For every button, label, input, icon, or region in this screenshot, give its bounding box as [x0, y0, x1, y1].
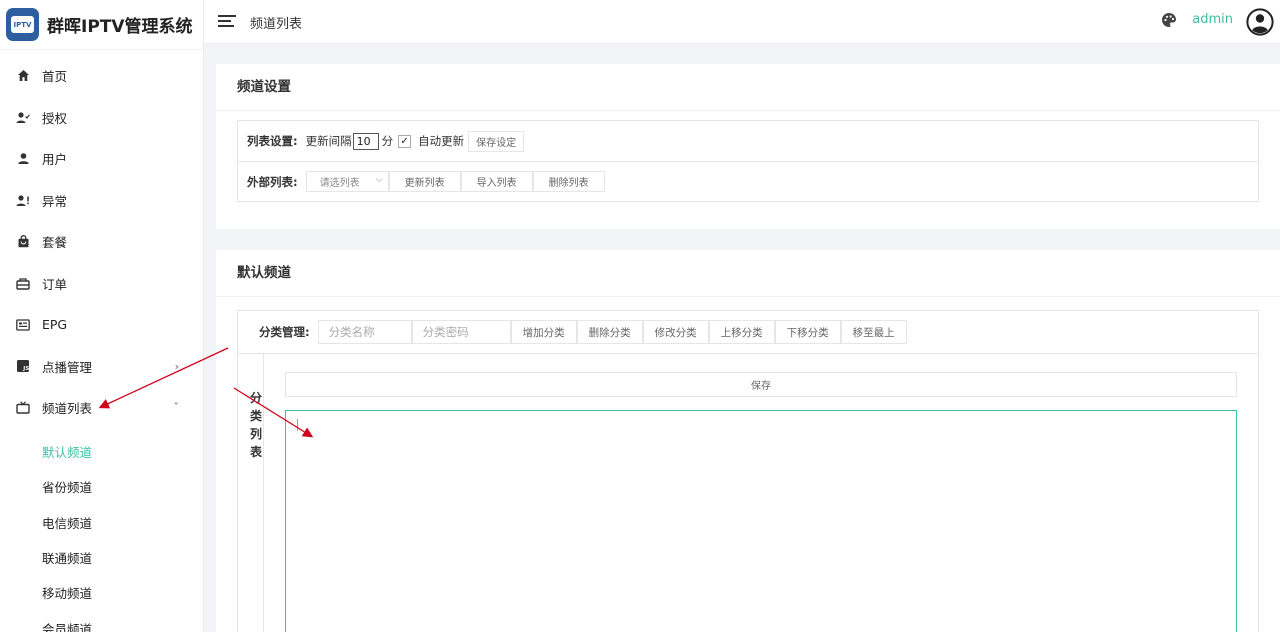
channel-settings-card: 频道设置 列表设置: 更新间隔 10 分 ✓ 自动更新 保存设定 外部列表: 请… — [216, 64, 1280, 229]
user-icon — [16, 152, 30, 166]
move-top-category-button[interactable]: 移至最上 — [840, 320, 907, 344]
order-icon — [16, 276, 30, 290]
palette-icon[interactable] — [1161, 12, 1177, 28]
logo-text: IPTV — [11, 16, 34, 33]
chevron-right-icon: › — [174, 359, 179, 373]
chevron-down-icon: ⌵ — [375, 175, 383, 185]
default-channel-title: 默认频道 — [216, 250, 1280, 297]
sidebar-item-epg[interactable]: EPG — [0, 304, 203, 346]
category-mgmt-label: 分类管理: — [259, 325, 310, 339]
category-list-textarea[interactable] — [285, 410, 1237, 632]
sidebar-item-label: 订单 — [42, 276, 68, 292]
category-list-divider — [263, 354, 264, 632]
app-root: IPTV 群晖IPTV管理系统 首页 授权 用户 异常 套餐 订单 EPG JS… — [0, 0, 1280, 632]
menu-toggle-icon[interactable] — [218, 15, 236, 27]
list-select[interactable]: 请选列表 ⌵ — [305, 171, 389, 192]
brand: IPTV 群晖IPTV管理系统 — [0, 0, 203, 50]
submenu-item-default-channel[interactable]: 默认频道 — [0, 434, 203, 469]
save-settings-button[interactable]: 保存设定 — [468, 130, 525, 152]
category-list-char: 列 — [249, 427, 262, 441]
category-list-char: 表 — [249, 445, 262, 459]
delete-list-button[interactable]: 删除列表 — [532, 171, 605, 192]
save-category-list-button[interactable]: 保存 — [285, 372, 1237, 397]
svg-text:JS: JS — [22, 366, 29, 372]
category-password-input[interactable]: 分类密码 — [411, 320, 511, 344]
sidebar-item-vod[interactable]: JS 点播管理 › — [0, 346, 203, 388]
shopping-bag-icon — [16, 235, 30, 249]
delete-category-button[interactable]: 删除分类 — [576, 320, 643, 344]
sidebar-item-packages[interactable]: 套餐 — [0, 221, 203, 263]
user-alert-icon — [16, 193, 30, 207]
category-name-input[interactable]: 分类名称 — [317, 320, 412, 344]
category-list-char: 类 — [249, 409, 262, 423]
category-list-label: 分 类 列 表 — [249, 389, 263, 461]
sidebar-item-users[interactable]: 用户 — [0, 138, 203, 180]
category-mgmt-row: 分类管理: 分类名称 分类密码 增加分类 删除分类 修改分类 上移分类 下移分类… — [238, 311, 1258, 354]
submenu-item-mobile-channel[interactable]: 移动频道 — [0, 575, 203, 610]
app-title: 群晖IPTV管理系统 — [47, 17, 193, 37]
home-icon — [16, 69, 30, 83]
list-settings-label: 列表设置: — [247, 134, 298, 148]
interval-label: 更新间隔 — [305, 134, 352, 148]
channel-settings-box: 列表设置: 更新间隔 10 分 ✓ 自动更新 保存设定 外部列表: 请选列表 ⌵… — [237, 120, 1259, 202]
channel-settings-title: 频道设置 — [216, 64, 1280, 111]
sidebar-item-orders[interactable]: 订单 — [0, 263, 203, 305]
sidebar-item-home[interactable]: 首页 — [0, 55, 203, 97]
list-settings-row: 列表设置: 更新间隔 10 分 ✓ 自动更新 保存设定 — [238, 121, 1258, 161]
channel-list-submenu: 默认频道 省份频道 电信频道 联通频道 移动频道 会员频道 — [0, 434, 203, 632]
chevron-down-icon: ˇ — [173, 401, 180, 415]
import-list-button[interactable]: 导入列表 — [460, 171, 533, 192]
tv-icon — [16, 401, 30, 415]
sidebar-menu: 首页 授权 用户 异常 套餐 订单 EPG JS 点播管理 › 频道列表 ˇ — [0, 55, 203, 429]
update-interval-input[interactable]: 10 — [352, 132, 379, 150]
edit-category-button[interactable]: 修改分类 — [642, 320, 709, 344]
avatar-icon[interactable] — [1246, 8, 1274, 36]
sidebar-item-label: 异常 — [42, 193, 68, 209]
sidebar-item-label: EPG — [42, 317, 68, 333]
sidebar-item-authorize[interactable]: 授权 — [0, 97, 203, 139]
submenu-item-member-channel[interactable]: 会员频道 — [0, 610, 203, 632]
add-category-button[interactable]: 增加分类 — [510, 320, 577, 344]
submenu-item-province-channel[interactable]: 省份频道 — [0, 469, 203, 504]
epg-icon — [16, 318, 30, 332]
sidebar-item-label: 授权 — [42, 110, 68, 126]
page-title: 频道列表 — [250, 17, 303, 32]
top-header: 频道列表 admin — [204, 0, 1280, 44]
update-list-button[interactable]: 更新列表 — [388, 171, 461, 192]
sidebar-item-label: 点播管理 — [42, 359, 93, 375]
auto-update-checkbox[interactable]: ✓ — [398, 134, 412, 148]
text-caret — [297, 419, 298, 431]
sidebar-item-label: 用户 — [42, 152, 68, 168]
sidebar-item-label: 首页 — [42, 69, 68, 85]
js-icon: JS — [16, 359, 30, 373]
sidebar-item-label: 套餐 — [42, 235, 68, 251]
sidebar-item-channel-list[interactable]: 频道列表 ˇ — [0, 387, 203, 429]
interval-unit: 分 — [381, 134, 394, 148]
username-link[interactable]: admin — [1192, 12, 1233, 27]
submenu-item-unicom-channel[interactable]: 联通频道 — [0, 540, 203, 575]
category-list-char: 分 — [249, 391, 262, 405]
sidebar: IPTV 群晖IPTV管理系统 首页 授权 用户 异常 套餐 订单 EPG JS… — [0, 0, 204, 632]
user-check-icon — [16, 110, 30, 124]
move-up-category-button[interactable]: 上移分类 — [708, 320, 775, 344]
list-select-value: 请选列表 — [319, 178, 360, 189]
auto-update-label: 自动更新 — [418, 134, 465, 148]
sidebar-item-label: 频道列表 — [42, 401, 93, 417]
external-list-row: 外部列表: 请选列表 ⌵ 更新列表 导入列表 删除列表 — [238, 161, 1258, 201]
iptv-logo-icon: IPTV — [6, 8, 39, 41]
move-down-category-button[interactable]: 下移分类 — [774, 320, 841, 344]
submenu-item-telecom-channel[interactable]: 电信频道 — [0, 505, 203, 540]
sidebar-item-abnormal[interactable]: 异常 — [0, 180, 203, 222]
external-list-label: 外部列表: — [247, 174, 298, 189]
